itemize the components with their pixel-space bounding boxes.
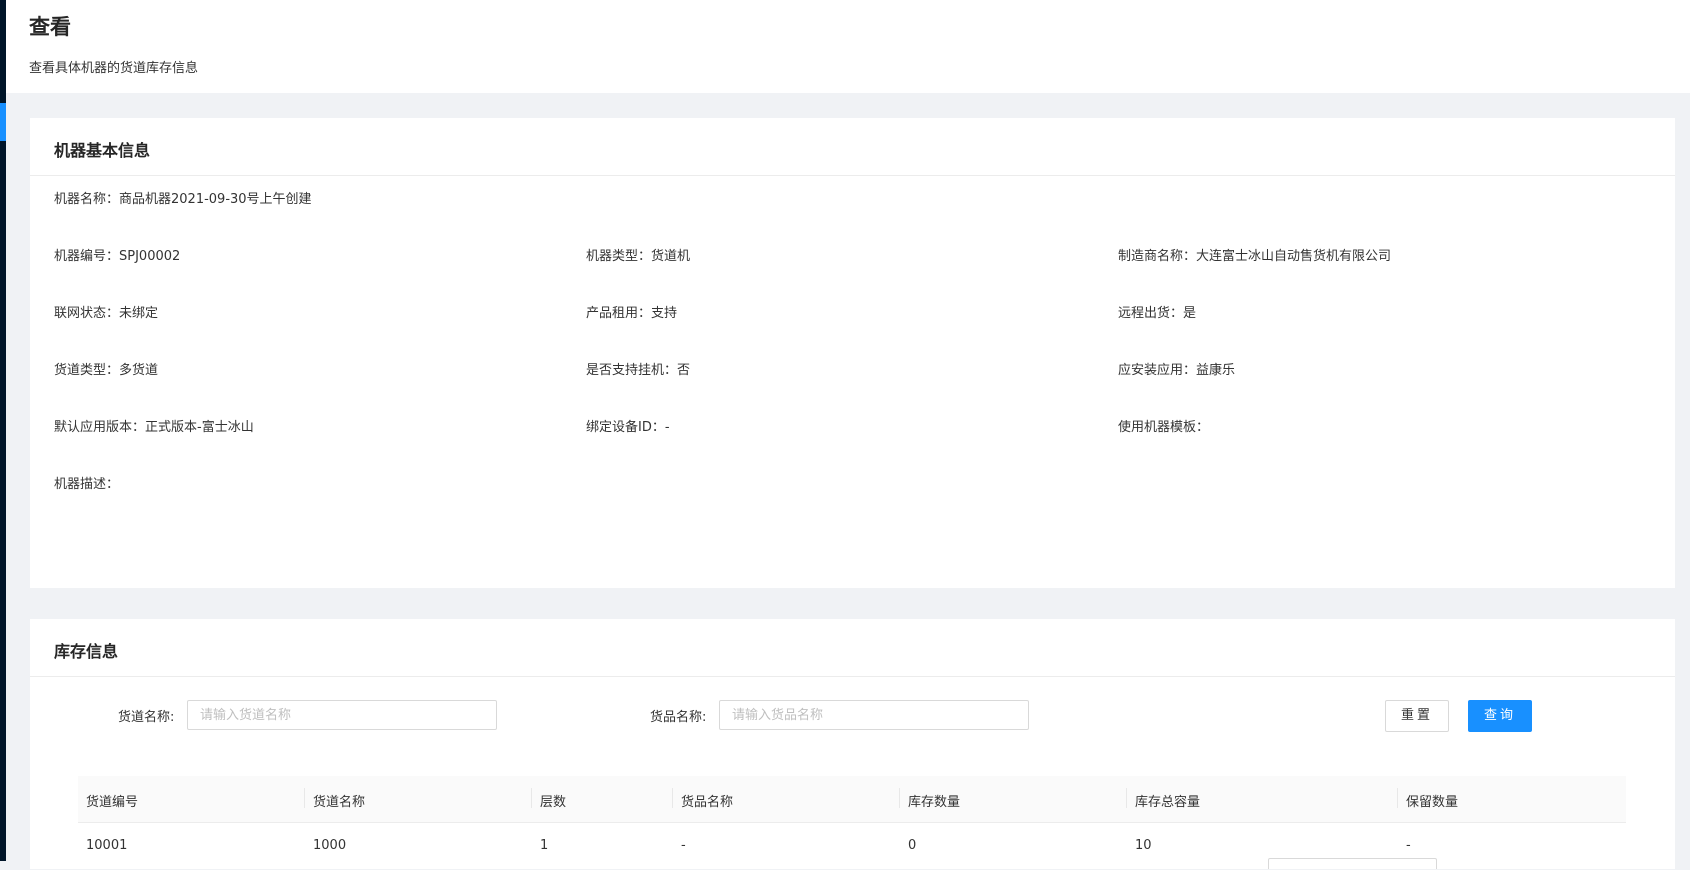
column-header-channel-name[interactable]: 货道名称	[303, 788, 365, 810]
page-title: 查看	[29, 15, 71, 39]
remote-dispense: 远程出货：是	[1118, 306, 1197, 321]
column-header-total-capacity[interactable]: 库存总容量	[1125, 788, 1200, 810]
machine-description: 机器描述：	[54, 477, 120, 492]
network-status: 联网状态：未绑定	[54, 306, 159, 321]
reset-button[interactable]: 重置	[1385, 700, 1449, 732]
card-header: 机器基本信息	[30, 118, 1675, 176]
sidebar-edge	[0, 0, 6, 861]
machine-basic-info-card: 机器基本信息 机器名称：商品机器2021-09-30号上午创建 机器编号：SPJ…	[30, 118, 1675, 588]
cell-channel-name: 1000	[313, 838, 347, 853]
product-rental: 产品租用：支持	[586, 306, 678, 321]
column-header-stock-quantity[interactable]: 库存数量	[898, 788, 960, 810]
column-header-reserved-quantity[interactable]: 保留数量	[1396, 788, 1458, 810]
product-name-label: 货品名称:	[650, 710, 707, 725]
query-button[interactable]: 查询	[1468, 700, 1532, 732]
manufacturer-name: 制造商名称：大连富士冰山自动售货机有限公司	[1118, 249, 1392, 264]
table-header: 货道编号 货道名称 层数 货品名称 库存数量 库存总容量 保留数量	[78, 776, 1626, 823]
cell-stock-quantity: 0	[908, 838, 917, 853]
row-action-input[interactable]	[1268, 858, 1437, 869]
machine-name: 机器名称：商品机器2021-09-30号上午创建	[54, 192, 312, 207]
page-header: 查看 查看具体机器的货道库存信息	[6, 0, 1690, 93]
channel-type: 货道类型：多货道	[54, 363, 159, 378]
channel-name-input[interactable]	[187, 700, 497, 730]
product-name-input[interactable]	[719, 700, 1029, 730]
column-header-layer[interactable]: 层数	[530, 788, 566, 810]
installed-app: 应安装应用：益康乐	[1118, 363, 1236, 378]
stock-table: 货道编号 货道名称 层数 货品名称 库存数量 库存总容量 保留数量 10001 …	[78, 776, 1626, 870]
default-app-version: 默认应用版本：正式版本-富士冰山	[54, 420, 254, 435]
cell-total-capacity: 10	[1135, 838, 1152, 853]
machine-type: 机器类型：货道机	[586, 249, 691, 264]
cell-channel-number: 10001	[86, 838, 128, 853]
card-title-stock-info: 库存信息	[54, 642, 119, 661]
page-description: 查看具体机器的货道库存信息	[29, 61, 199, 76]
card-header: 库存信息	[30, 619, 1675, 677]
card-title-basic-info: 机器基本信息	[54, 141, 151, 160]
sidebar-active-indicator	[0, 103, 6, 141]
machine-number: 机器编号：SPJ00002	[54, 249, 181, 264]
cell-reserved-quantity: -	[1406, 838, 1411, 853]
hang-support: 是否支持挂机：否	[586, 363, 691, 378]
cell-product-name: -	[681, 838, 686, 853]
cell-layer: 1	[540, 838, 549, 853]
bound-device-id: 绑定设备ID：-	[586, 420, 670, 435]
channel-name-label: 货道名称:	[118, 710, 175, 725]
column-header-product-name[interactable]: 货品名称	[671, 788, 733, 810]
machine-template: 使用机器模板：	[1118, 420, 1210, 435]
column-header-channel-number[interactable]: 货道编号	[86, 791, 138, 810]
